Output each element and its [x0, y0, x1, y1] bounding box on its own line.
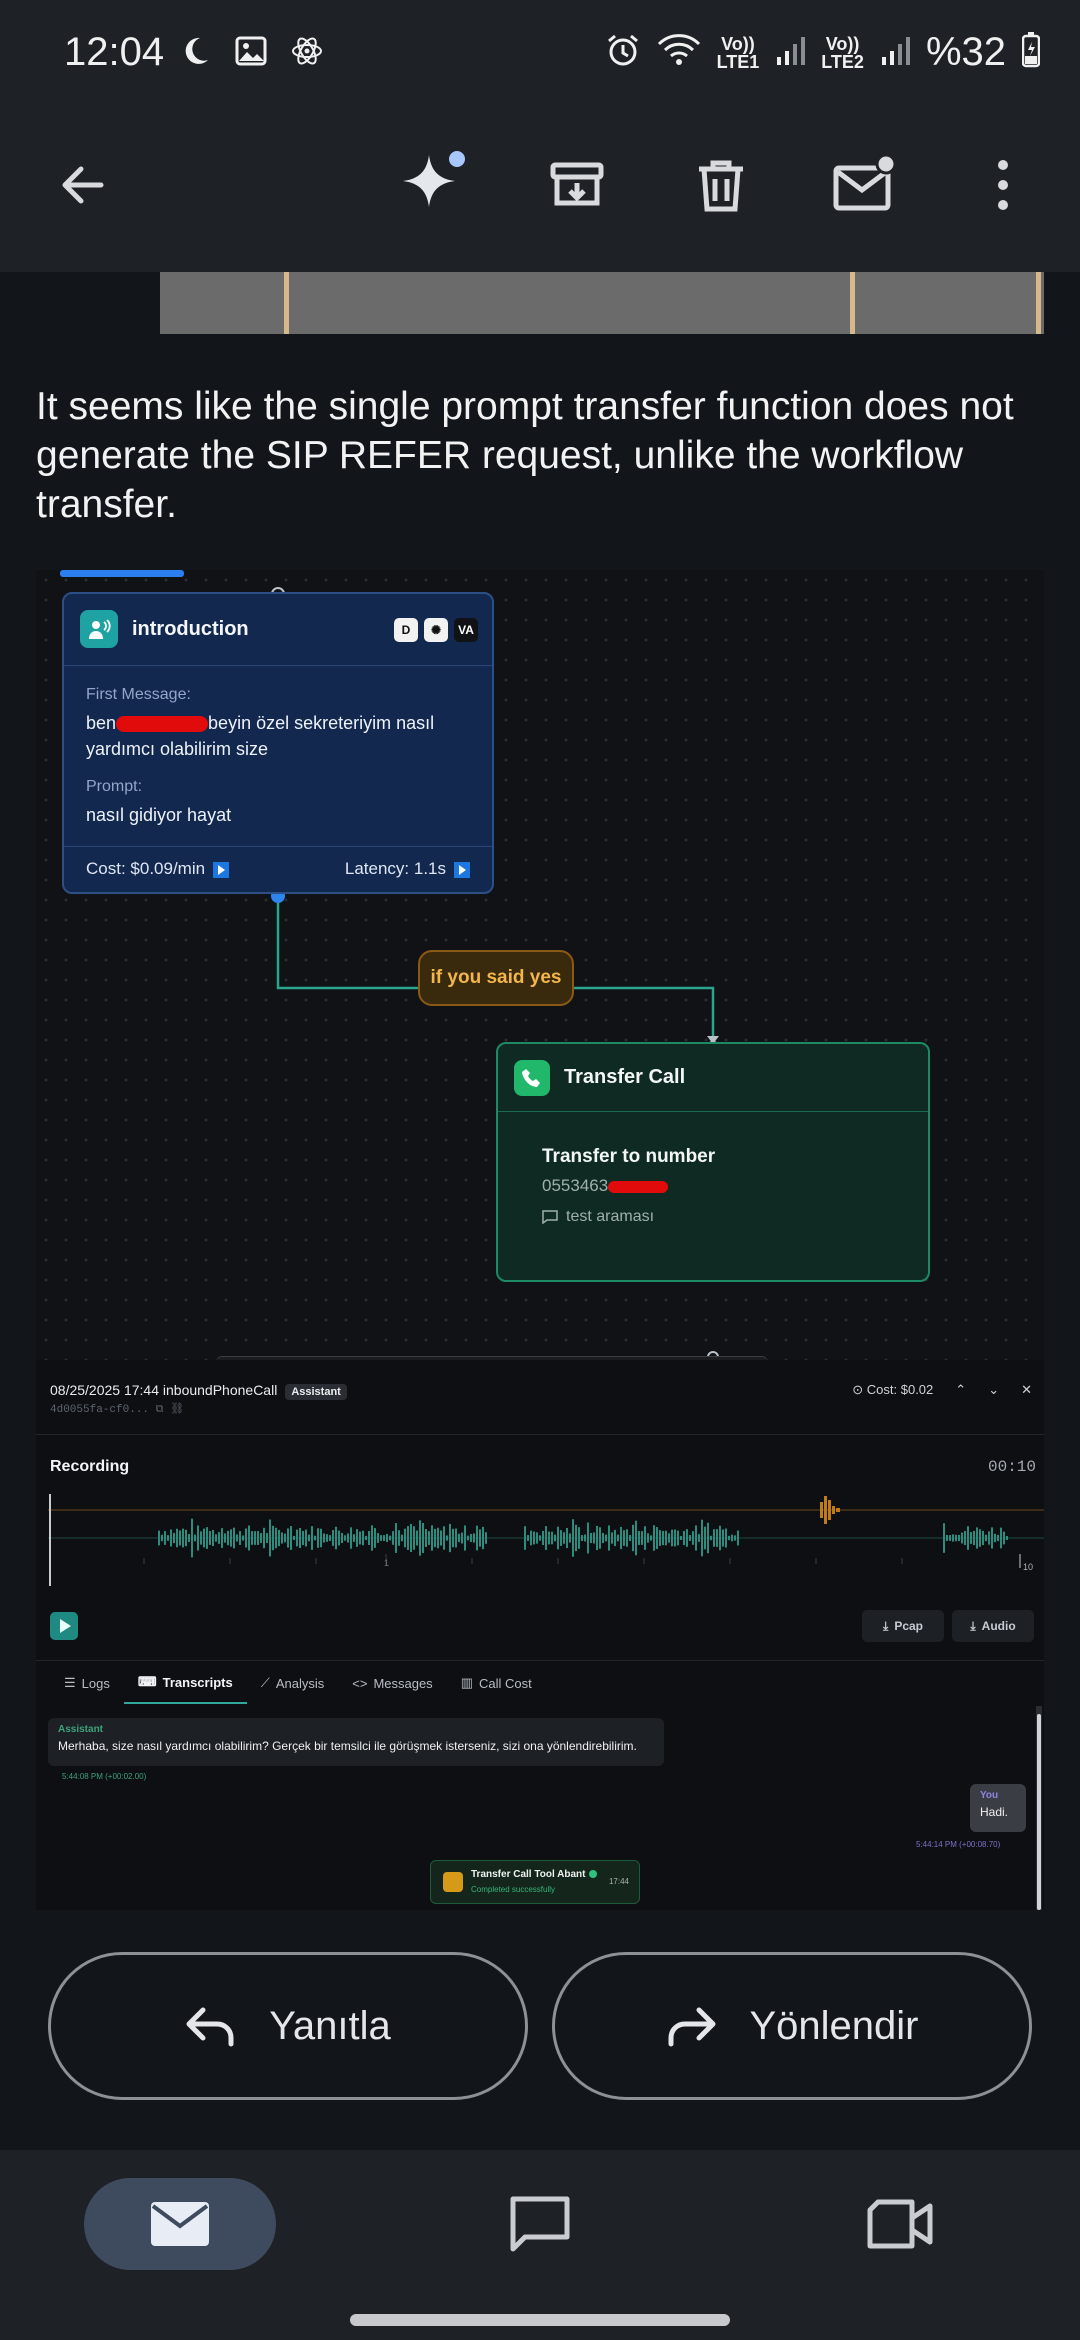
status-time: 12:04	[64, 30, 165, 74]
pcap-download-button[interactable]: ⤓ Pcap	[862, 1610, 944, 1642]
transfer-call-node[interactable]: Transfer Call Transfer to number 0553463…	[496, 1042, 930, 1282]
openai-icon: ✺	[424, 618, 448, 642]
deepgram-icon: D	[394, 618, 418, 642]
tab-call-cost[interactable]: ▥ Call Cost	[447, 1664, 546, 1704]
redaction-mark	[608, 1180, 669, 1193]
download-icon: ⤓	[883, 1618, 889, 1633]
message-paragraph: It seems like the single prompt transfer…	[36, 385, 1014, 526]
scrollbar-thumb[interactable]	[1037, 1714, 1041, 1910]
introduction-node[interactable]: introduction D ✺ VA First Message: ben be…	[62, 592, 494, 894]
success-dot	[589, 1870, 598, 1879]
chart-icon: ⟋	[260, 1675, 270, 1690]
nav-chat[interactable]	[490, 2178, 590, 2270]
recording-duration: 00:10	[987, 1458, 1036, 1476]
waveform[interactable]: 1 10	[48, 1482, 1044, 1592]
close-icon[interactable]: ✕	[1021, 1382, 1032, 1398]
wifi-icon	[657, 32, 701, 73]
phone-icon	[514, 1060, 550, 1096]
mail-toolbar	[0, 100, 1080, 272]
trash-icon[interactable]	[676, 140, 766, 230]
tab-transcripts[interactable]: ⌨ Transcripts	[123, 1664, 247, 1704]
moon-icon	[178, 34, 212, 73]
audio-download-button[interactable]: ⤓ Audio	[952, 1610, 1034, 1642]
comment-icon	[542, 1210, 558, 1225]
atom-icon	[290, 34, 324, 73]
sparkle-icon[interactable]	[388, 140, 478, 230]
play-button[interactable]	[50, 1612, 78, 1640]
forward-button[interactable]: Yönlendir	[552, 1952, 1032, 2100]
cost-info: Cost: $0.09/min	[86, 859, 230, 879]
play-icon[interactable]	[454, 861, 470, 878]
tool-icon	[443, 1872, 463, 1892]
prompt-value: nasıl gidiyor hayat	[86, 805, 232, 825]
list-icon: ☰	[64, 1675, 76, 1690]
forward-icon	[668, 2007, 716, 2047]
more-vert-icon[interactable]	[958, 140, 1048, 230]
first-message-label: First Message:	[86, 686, 191, 703]
transcript-list: Assistant Merhaba, size nasıl yardımcı o…	[36, 1706, 1044, 1910]
assistant-message: Assistant Merhaba, size nasıl yardımcı o…	[48, 1718, 664, 1766]
nav-mail[interactable]	[84, 2178, 276, 2270]
message-timestamp: 5:44:14 PM (+00:08.70)	[916, 1840, 1001, 1849]
archive-icon[interactable]	[532, 140, 622, 230]
signal-icon	[775, 33, 806, 72]
user-message: You Hadi.	[970, 1784, 1026, 1832]
assistant-badge: Assistant	[285, 1384, 347, 1400]
tab-logs[interactable]: ☰ Logs	[50, 1664, 124, 1704]
redaction-mark	[116, 716, 209, 733]
call-detail-panel: 08/25/2025 17:44 inboundPhoneCall Assista…	[36, 1360, 1044, 1910]
alarm-icon	[605, 32, 641, 73]
transfer-note: test araması	[542, 1208, 884, 1226]
tool-call-card[interactable]: Transfer Call Tool Abant Completed succe…	[430, 1860, 640, 1904]
node-title: introduction	[132, 618, 249, 640]
chat-icon	[510, 2196, 570, 2252]
gesture-handle	[350, 2314, 730, 2326]
video-icon	[867, 2199, 933, 2249]
download-icon: ⤓	[970, 1618, 976, 1633]
mail-icon	[151, 2202, 209, 2246]
panel-tabs: ☰ Logs ⌨ Transcripts ⟋ Analysis <> Messages …	[50, 1664, 546, 1704]
axis-start-label: 1	[384, 1558, 389, 1568]
bar-chart-icon: ▥	[460, 1675, 473, 1690]
cost-display: ⊙ Cost: $0.02	[852, 1382, 934, 1397]
battery-icon	[1021, 32, 1041, 73]
battery-percent: %32	[925, 30, 1006, 74]
tab-analysis[interactable]: ⟋ Analysis	[247, 1664, 339, 1704]
reply-button[interactable]: Yanıtla	[48, 1952, 528, 2100]
tab-messages[interactable]: <> Messages	[338, 1664, 446, 1704]
prompt-label: Prompt:	[86, 778, 143, 795]
transfer-subtitle: Transfer to number	[542, 1146, 716, 1167]
bottom-navigation	[0, 2150, 1080, 2340]
code-icon: <>	[352, 1675, 368, 1691]
first-message-value: ben beyin özel sekreteriyim nasıl yardımc…	[86, 713, 435, 759]
mark-unread-icon[interactable]	[820, 140, 910, 230]
latency-info: Latency: 1.1s	[345, 859, 470, 879]
chevron-up-icon[interactable]: ⌃	[955, 1382, 966, 1398]
voice-provider-icon: VA	[454, 618, 478, 642]
message-timestamp: 5:44:08 PM (+00:02.00)	[62, 1772, 147, 1781]
transfer-number: 0553463	[542, 1176, 884, 1196]
nav-meet[interactable]	[850, 2178, 950, 2270]
call-header: 08/25/2025 17:44 inboundPhoneCall Assista…	[50, 1382, 347, 1400]
back-arrow-icon[interactable]	[38, 140, 128, 230]
lte2-indicator: Vo)) LTE2	[821, 33, 864, 72]
axis-end-label: 10	[1023, 1562, 1033, 1572]
edge-condition-label[interactable]: if you said yes	[418, 950, 574, 1006]
chevron-down-icon[interactable]: ⌄	[988, 1382, 999, 1398]
attached-image-fragment	[160, 272, 1044, 334]
node-title: Transfer Call	[564, 1066, 686, 1088]
play-icon[interactable]	[213, 861, 230, 878]
signal-icon	[880, 33, 910, 72]
lte1-indicator: Vo)) LTE1	[716, 33, 760, 72]
chat-bubbles-icon: ⌨	[137, 1674, 157, 1689]
message-body: It seems like the single prompt transfer…	[0, 272, 1080, 2152]
recording-title: Recording	[50, 1458, 130, 1475]
status-bar: 12:04 Vo)) LTE1 Vo)) LTE2 %32	[0, 0, 1080, 100]
call-id[interactable]: 4d0055fa-cf0... ⧉ ⛓	[50, 1402, 184, 1416]
embedded-screenshot[interactable]: introduction D ✺ VA First Message: ben be…	[36, 570, 1044, 1910]
image-icon	[234, 34, 268, 73]
workflow-canvas: introduction D ✺ VA First Message: ben be…	[36, 570, 1044, 1362]
reply-icon	[186, 2007, 234, 2047]
voice-agent-icon	[80, 610, 118, 648]
